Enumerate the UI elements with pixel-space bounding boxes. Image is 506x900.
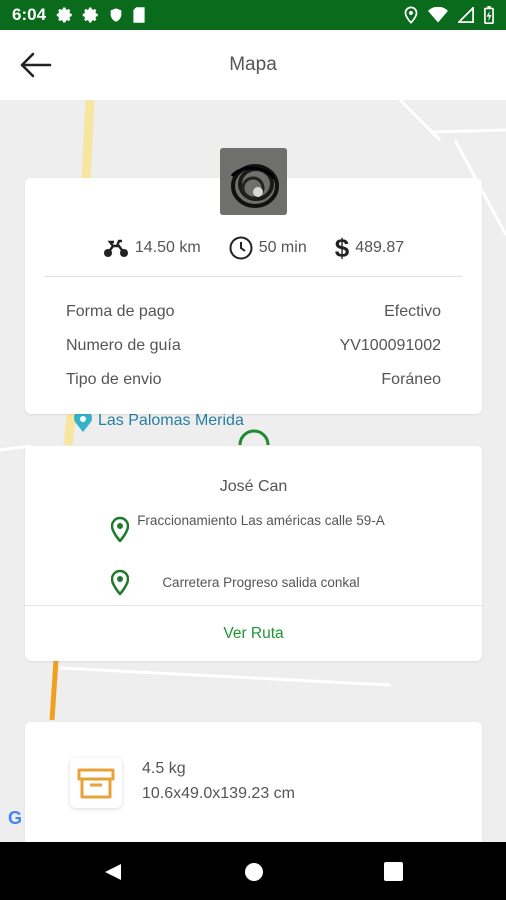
battery-icon	[484, 6, 494, 24]
system-nav-bar	[0, 842, 506, 900]
status-bar: 6:04	[0, 0, 506, 30]
price-stat: $ 489.87	[335, 233, 404, 264]
divider	[45, 276, 462, 277]
distance-value: 14.50 km	[134, 239, 201, 256]
detail-value: Foráneo	[381, 371, 441, 388]
duration-stat: 50 min	[229, 236, 307, 260]
detail-label: Tipo de envio	[66, 371, 162, 388]
nav-back-icon[interactable]	[103, 862, 123, 882]
distance-stat: 14.50 km	[103, 238, 201, 258]
detail-row-payment: Forma de pago Efectivo	[66, 303, 441, 325]
clock-icon	[229, 236, 253, 260]
detail-label: Numero de guía	[66, 337, 181, 354]
wifi-icon	[428, 7, 448, 23]
trip-stats: 14.50 km 50 min $ 489.87	[25, 233, 482, 263]
detail-row-shipping-type: Tipo de envio Foráneo	[66, 371, 441, 393]
nav-recents-icon[interactable]	[384, 862, 403, 881]
location-icon	[404, 6, 418, 24]
destination-address: Carretera Progreso salida conkal	[162, 575, 360, 590]
dollar-icon: $	[334, 232, 350, 263]
price-value: 489.87	[355, 239, 405, 256]
poi-name: Las Palomas Merida	[98, 412, 244, 429]
settings-icon	[82, 7, 98, 23]
motorcycle-icon	[103, 239, 128, 257]
divider	[25, 605, 482, 606]
detail-value: YV100091002	[339, 337, 441, 354]
page-title: Mapa	[229, 54, 277, 75]
detail-value: Efectivo	[384, 303, 441, 320]
product-image	[220, 148, 287, 215]
origin-address: Fraccionamiento Las américas calle 59-A	[137, 513, 385, 528]
signal-icon	[458, 7, 474, 23]
route-card: José Can Fraccionamiento Las américas ca…	[25, 446, 482, 661]
status-time: 6:04	[12, 5, 47, 24]
nav-home-icon[interactable]	[244, 862, 264, 882]
shield-icon	[110, 8, 122, 22]
duration-value: 50 min	[258, 239, 307, 256]
box-icon	[70, 758, 122, 808]
recipient-name: José Can	[219, 478, 288, 495]
package-weight: 4.5 kg	[142, 760, 186, 777]
package-card: 4.5 kg 10.6x49.0x139.23 cm	[25, 722, 482, 852]
google-logo: G	[8, 808, 23, 828]
settings-icon	[56, 7, 72, 23]
sd-card-icon	[133, 7, 145, 23]
detail-row-guide-number: Numero de guía YV100091002	[66, 337, 441, 359]
package-dimensions: 10.6x49.0x139.23 cm	[142, 785, 295, 802]
view-route-button[interactable]: Ver Ruta	[25, 625, 482, 643]
detail-label: Forma de pago	[66, 303, 175, 320]
app-bar: Mapa	[0, 30, 506, 100]
